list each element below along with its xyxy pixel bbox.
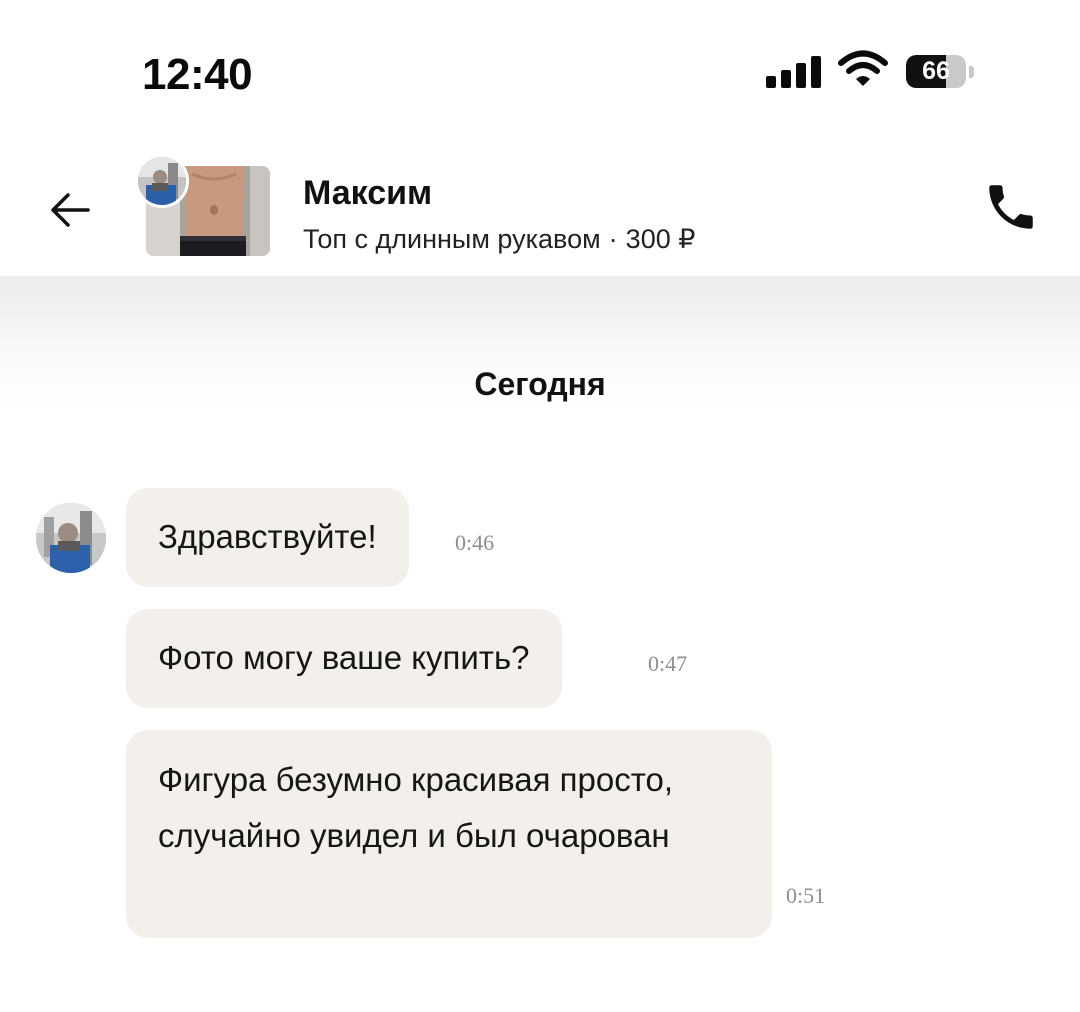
message-time: 0:47 — [648, 651, 688, 676]
avatar-photo — [36, 503, 106, 573]
contact-name[interactable]: Максим — [303, 174, 432, 213]
date-divider: Сегодня — [474, 366, 606, 402]
call-button[interactable] — [982, 178, 1040, 236]
message-bubble[interactable]: Фото могу ваше купить? — [126, 609, 562, 708]
cellular-signal-icon — [766, 56, 824, 88]
product-price: 300 ₽ — [625, 224, 696, 254]
message-text: Здравствуйте! — [158, 518, 377, 555]
phone-icon — [989, 185, 1033, 229]
message-time: 0:51 — [786, 883, 826, 908]
message-time: 0:46 — [455, 530, 495, 555]
message-text: Фото могу ваше купить? — [158, 639, 530, 676]
message-text: Фигура безумно красивая просто, случайно… — [158, 761, 674, 854]
wifi-icon — [838, 50, 888, 86]
chat-header: Максим Топ с длинным рукавом · 300 ₽ — [0, 140, 1080, 276]
product-info[interactable]: Топ с длинным рукавом · 300 ₽ — [303, 224, 695, 255]
back-button[interactable] — [44, 184, 96, 236]
battery-level: 66 — [922, 57, 950, 85]
message-bubble[interactable]: Здравствуйте! — [126, 488, 409, 587]
product-title: Топ с длинным рукавом — [303, 224, 601, 254]
battery-icon: 66 — [906, 55, 966, 88]
product-separator: · — [608, 224, 618, 254]
sender-avatar[interactable] — [36, 503, 106, 573]
status-time: 12:40 — [142, 50, 253, 99]
avatar-photo — [138, 157, 186, 205]
message-bubble[interactable]: Фигура безумно красивая просто, случайно… — [126, 730, 772, 938]
back-arrow-icon — [51, 193, 90, 227]
contact-avatar[interactable] — [135, 154, 189, 208]
battery-cap — [969, 66, 974, 78]
